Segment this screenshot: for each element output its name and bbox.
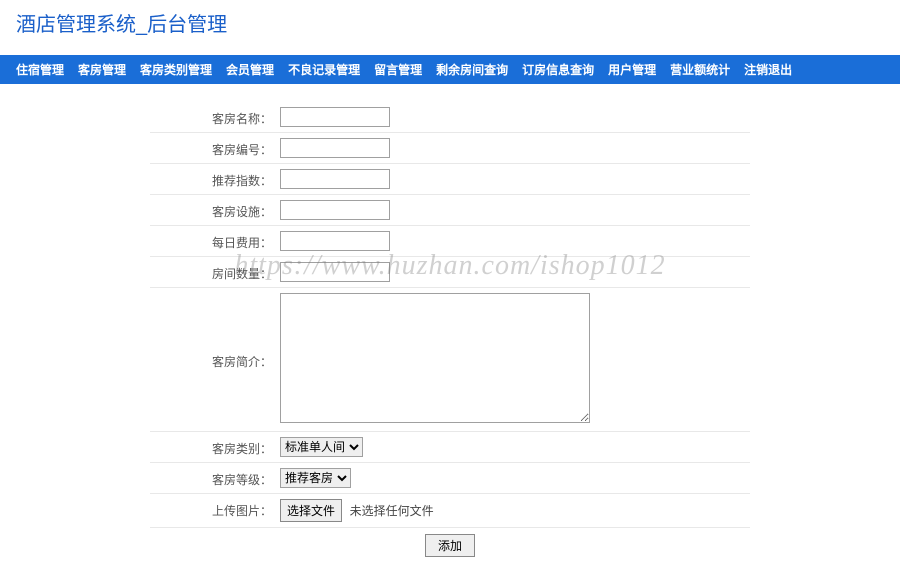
- nav-bar: 住宿管理 客房管理 客房类别管理 会员管理 不良记录管理 留言管理 剩余房间查询…: [0, 55, 900, 84]
- page-title: 酒店管理系统_后台管理: [0, 0, 900, 45]
- nav-room-type[interactable]: 客房类别管理: [140, 61, 212, 78]
- day-cost-label: 每日费用：: [150, 231, 280, 251]
- level-select[interactable]: 推荐客房: [280, 468, 351, 488]
- nav-message[interactable]: 留言管理: [374, 61, 422, 78]
- room-no-label: 客房编号：: [150, 138, 280, 158]
- facility-input[interactable]: [280, 200, 390, 220]
- nav-sales[interactable]: 营业额统计: [670, 61, 730, 78]
- rec-index-label: 推荐指数：: [150, 169, 280, 189]
- room-name-label: 客房名称：: [150, 107, 280, 127]
- room-no-input[interactable]: [280, 138, 390, 158]
- level-label: 客房等级：: [150, 468, 280, 488]
- quantity-input[interactable]: [280, 262, 390, 282]
- intro-textarea[interactable]: [280, 293, 590, 423]
- nav-member[interactable]: 会员管理: [226, 61, 274, 78]
- intro-label: 客房简介：: [150, 350, 280, 370]
- nav-stay[interactable]: 住宿管理: [16, 61, 64, 78]
- nav-room[interactable]: 客房管理: [78, 61, 126, 78]
- category-label: 客房类别：: [150, 437, 280, 457]
- upload-label: 上传图片：: [150, 499, 280, 519]
- nav-order-info[interactable]: 订房信息查询: [522, 61, 594, 78]
- facility-label: 客房设施：: [150, 200, 280, 220]
- day-cost-input[interactable]: [280, 231, 390, 251]
- submit-button[interactable]: 添加: [425, 534, 475, 557]
- nav-remain[interactable]: 剩余房间查询: [436, 61, 508, 78]
- rec-index-input[interactable]: [280, 169, 390, 189]
- room-name-input[interactable]: [280, 107, 390, 127]
- nav-logout[interactable]: 注销退出: [744, 61, 792, 78]
- category-select[interactable]: 标准单人间: [280, 437, 363, 457]
- choose-file-button[interactable]: 选择文件: [280, 499, 342, 522]
- quantity-label: 房间数量：: [150, 262, 280, 282]
- room-add-form: 客房名称： 客房编号： 推荐指数： 客房设施： 每日费用： 房间数量： 客房简介…: [150, 102, 750, 563]
- nav-user[interactable]: 用户管理: [608, 61, 656, 78]
- file-status-text: 未选择任何文件: [350, 504, 434, 518]
- nav-bad-record[interactable]: 不良记录管理: [288, 61, 360, 78]
